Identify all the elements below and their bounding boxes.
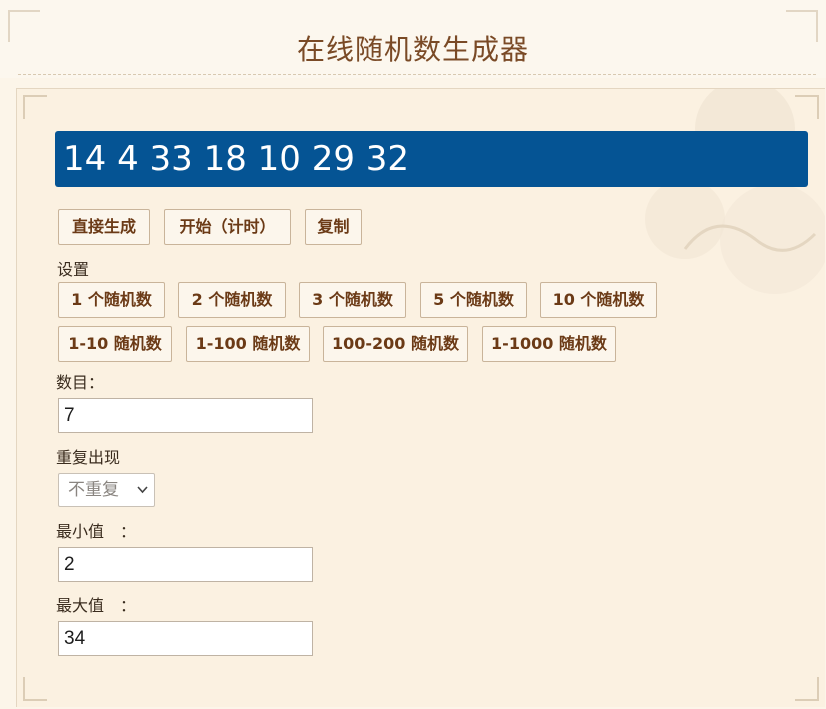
min-label: 最小值 ： [56, 522, 137, 541]
count-input[interactable] [58, 398, 313, 433]
page-title: 在线随机数生成器 [296, 33, 529, 66]
min-value-input[interactable] [58, 547, 313, 582]
preset-range-1-100[interactable]: 1-100 随机数 [186, 326, 310, 362]
decorative-numbers-background [625, 89, 825, 309]
max-label: 最大值 ： [56, 596, 137, 615]
preset-5-random[interactable]: 5 个随机数 [420, 282, 527, 318]
settings-label: 设置 [57, 260, 90, 279]
start-timer-button[interactable]: 开始（计时） [164, 209, 291, 245]
chevron-down-icon [137, 474, 148, 506]
preset-2-random[interactable]: 2 个随机数 [178, 282, 286, 318]
repeat-select-value: 不重复 [68, 480, 119, 500]
repeat-select[interactable]: 不重复 [58, 473, 155, 507]
corner-ornament [23, 677, 47, 701]
preset-range-1-10[interactable]: 1-10 随机数 [58, 326, 172, 362]
header-divider [18, 74, 816, 75]
generate-button[interactable]: 直接生成 [58, 209, 150, 245]
repeat-label: 重复出现 [56, 448, 121, 467]
max-value-input[interactable] [58, 621, 313, 656]
preset-range-1-1000[interactable]: 1-1000 随机数 [482, 326, 616, 362]
random-result-display: 14 4 33 18 10 29 32 [55, 131, 808, 187]
preset-range-100-200[interactable]: 100-200 随机数 [323, 326, 468, 362]
header: 在线随机数生成器 [0, 0, 826, 78]
corner-ornament [795, 95, 819, 119]
corner-ornament [795, 677, 819, 701]
preset-3-random[interactable]: 3 个随机数 [299, 282, 406, 318]
count-label: 数目： [56, 373, 105, 392]
corner-ornament [23, 95, 47, 119]
copy-button[interactable]: 复制 [305, 209, 362, 245]
page: 在线随机数生成器 14 4 33 18 10 29 32 直接生成 开始（计时）… [0, 0, 826, 709]
preset-1-random[interactable]: 1 个随机数 [58, 282, 165, 318]
preset-10-random[interactable]: 10 个随机数 [540, 282, 657, 318]
